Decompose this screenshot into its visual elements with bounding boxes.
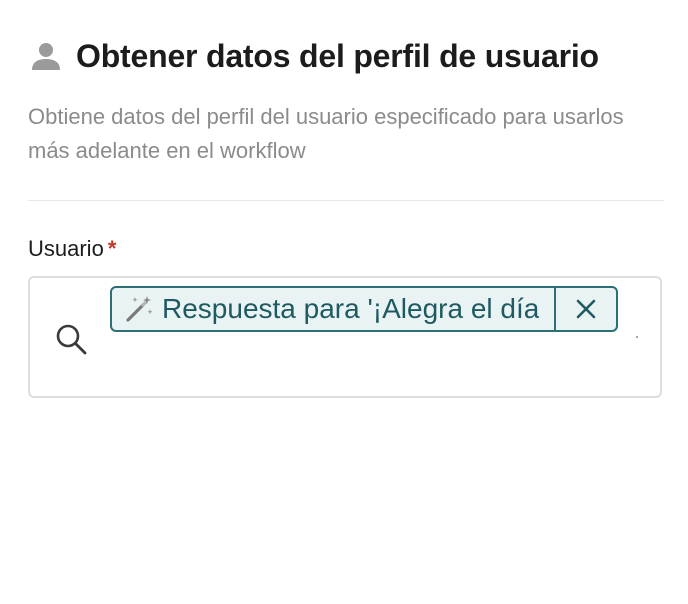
required-marker: * <box>107 236 117 261</box>
user-field-label: Usuario * <box>28 236 116 262</box>
token-label: Respuesta para '¡Alegra el día <box>162 293 540 324</box>
token-content: Respuesta para '¡Alegra el día <box>112 288 554 330</box>
text-cursor <box>636 336 638 338</box>
person-icon <box>32 42 60 70</box>
close-icon <box>576 299 596 319</box>
workflow-step-panel: Obtener datos del perfil de usuario Obti… <box>0 0 688 604</box>
magic-wand-icon <box>126 296 153 322</box>
search-icon <box>56 324 87 355</box>
divider <box>28 200 664 201</box>
user-field-label-text: Usuario <box>28 236 104 261</box>
user-select-input[interactable]: Respuesta para '¡Alegra el día <box>28 276 662 398</box>
selected-variable-token[interactable]: Respuesta para '¡Alegra el día <box>110 286 618 332</box>
step-header: Obtener datos del perfil de usuario <box>28 38 599 75</box>
step-description: Obtiene datos del perfil del usuario esp… <box>28 104 624 163</box>
remove-token-button[interactable] <box>554 288 616 330</box>
page-title: Obtener datos del perfil de usuario <box>76 38 599 74</box>
